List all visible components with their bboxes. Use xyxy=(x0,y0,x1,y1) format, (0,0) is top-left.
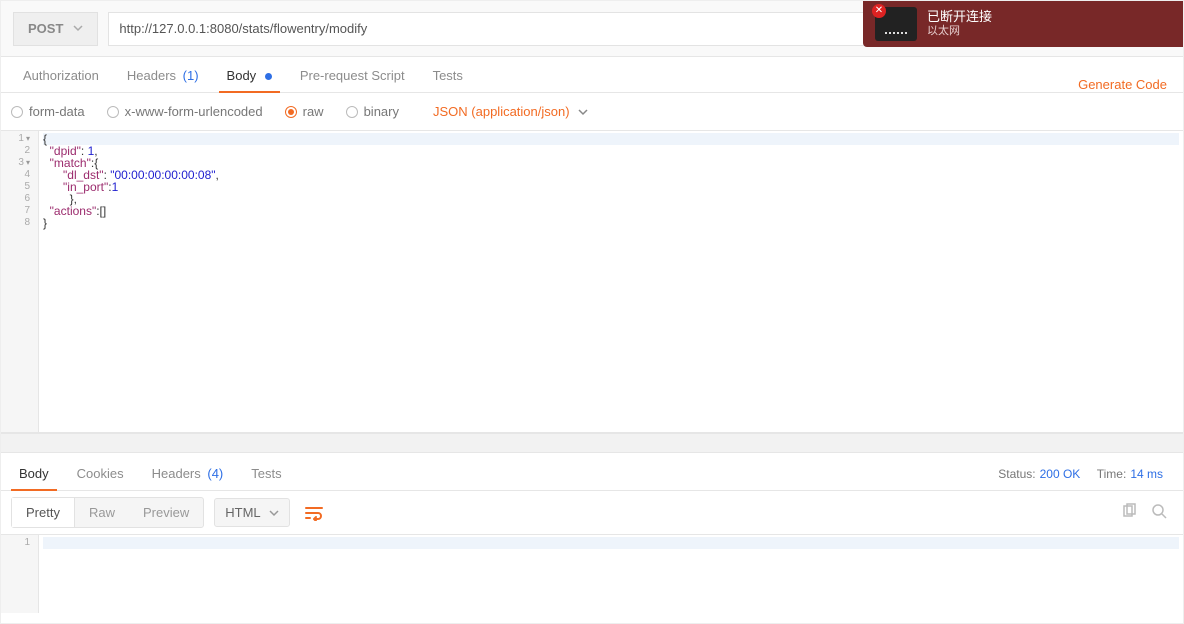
radio-urlencoded[interactable]: x-www-form-urlencoded xyxy=(107,104,263,119)
gutter-line: 1 xyxy=(1,133,38,145)
restab-tests[interactable]: Tests xyxy=(237,457,295,490)
response-headers-count: (4) xyxy=(207,466,223,481)
response-gutter: 1 xyxy=(1,535,39,613)
gutter-line: 1 xyxy=(1,537,38,549)
radio-form-data-label: form-data xyxy=(29,104,85,119)
radio-form-data[interactable]: form-data xyxy=(11,104,85,119)
url-input[interactable] xyxy=(108,12,916,46)
body-mode-row: form-data x-www-form-urlencoded raw bina… xyxy=(1,93,1183,131)
response-toolbar: Pretty Raw Preview HTML xyxy=(1,491,1183,535)
gutter-line: 5 xyxy=(1,181,38,193)
status-value: 200 OK xyxy=(1040,467,1081,481)
error-badge-icon: ✕ xyxy=(872,4,886,18)
restab-headers[interactable]: Headers (4) xyxy=(138,457,238,490)
content-type-label: JSON (application/json) xyxy=(433,104,570,119)
restab-headers-label: Headers xyxy=(152,466,201,481)
view-preview[interactable]: Preview xyxy=(129,498,203,527)
restab-cookies[interactable]: Cookies xyxy=(63,457,138,490)
gutter-line: 4 xyxy=(1,169,38,181)
chevron-down-icon xyxy=(73,21,83,36)
tab-prerequest[interactable]: Pre-request Script xyxy=(286,59,419,92)
radio-binary-label: binary xyxy=(364,104,399,119)
wrap-lines-icon[interactable] xyxy=(300,499,328,527)
request-body-editor[interactable]: 1 2 3 4 5 6 7 8 { "dpid": 1, "match":{ "… xyxy=(1,131,1183,433)
body-dirty-dot-icon xyxy=(265,73,272,80)
gutter-line: 2 xyxy=(1,145,38,157)
response-code[interactable] xyxy=(39,535,1183,613)
status-line: Status: 200 OK Time:14 ms xyxy=(998,467,1163,481)
tab-body-label: Body xyxy=(227,68,257,83)
response-lang-label: HTML xyxy=(225,505,260,520)
status-label: Status: xyxy=(998,467,1035,481)
response-lang-selector[interactable]: HTML xyxy=(214,498,289,527)
request-tabs: Authorization Headers (1) Body Pre-reque… xyxy=(1,57,1183,93)
tab-body[interactable]: Body xyxy=(213,59,286,92)
chevron-down-icon xyxy=(578,107,588,117)
http-method-selector[interactable]: POST xyxy=(13,12,98,46)
gutter-line: 6 xyxy=(1,193,38,205)
gutter-line: 8 xyxy=(1,217,38,229)
time-label: Time: xyxy=(1097,467,1127,481)
radio-raw[interactable]: raw xyxy=(285,104,324,119)
content-type-selector[interactable]: JSON (application/json) xyxy=(433,104,588,119)
view-mode-segment: Pretty Raw Preview xyxy=(11,497,204,528)
tab-authorization[interactable]: Authorization xyxy=(9,59,113,92)
tab-headers-label: Headers xyxy=(127,68,176,83)
tab-headers[interactable]: Headers (1) xyxy=(113,59,213,92)
generate-code-link[interactable]: Generate Code xyxy=(1078,77,1167,92)
chevron-down-icon xyxy=(269,508,279,518)
pane-splitter[interactable] xyxy=(1,433,1183,453)
gutter-line: 3 xyxy=(1,157,38,169)
restab-body[interactable]: Body xyxy=(5,457,63,490)
radio-binary[interactable]: binary xyxy=(346,104,399,119)
ethernet-icon: ✕ xyxy=(875,7,917,41)
headers-count: (1) xyxy=(183,68,199,83)
http-method-label: POST xyxy=(28,21,63,36)
radio-urlencoded-label: x-www-form-urlencoded xyxy=(125,104,263,119)
view-pretty[interactable]: Pretty xyxy=(12,498,75,527)
copy-icon[interactable] xyxy=(1121,503,1137,522)
radio-raw-label: raw xyxy=(303,104,324,119)
time-value: 14 ms xyxy=(1130,467,1163,481)
search-icon[interactable] xyxy=(1151,503,1167,522)
response-body-editor[interactable]: 1 xyxy=(1,535,1183,613)
editor-code[interactable]: { "dpid": 1, "match":{ "dl_dst": "00:00:… xyxy=(39,131,1183,432)
network-toast: ✕ 已断开连接 以太网 xyxy=(863,1,1183,47)
gutter-line: 7 xyxy=(1,205,38,217)
editor-gutter: 1 2 3 4 5 6 7 8 xyxy=(1,131,39,432)
view-raw[interactable]: Raw xyxy=(75,498,129,527)
toast-subtitle: 以太网 xyxy=(927,24,992,39)
response-tabs: Body Cookies Headers (4) Tests Status: 20… xyxy=(1,453,1183,491)
tab-tests[interactable]: Tests xyxy=(419,59,477,92)
toast-title: 已断开连接 xyxy=(927,9,992,24)
